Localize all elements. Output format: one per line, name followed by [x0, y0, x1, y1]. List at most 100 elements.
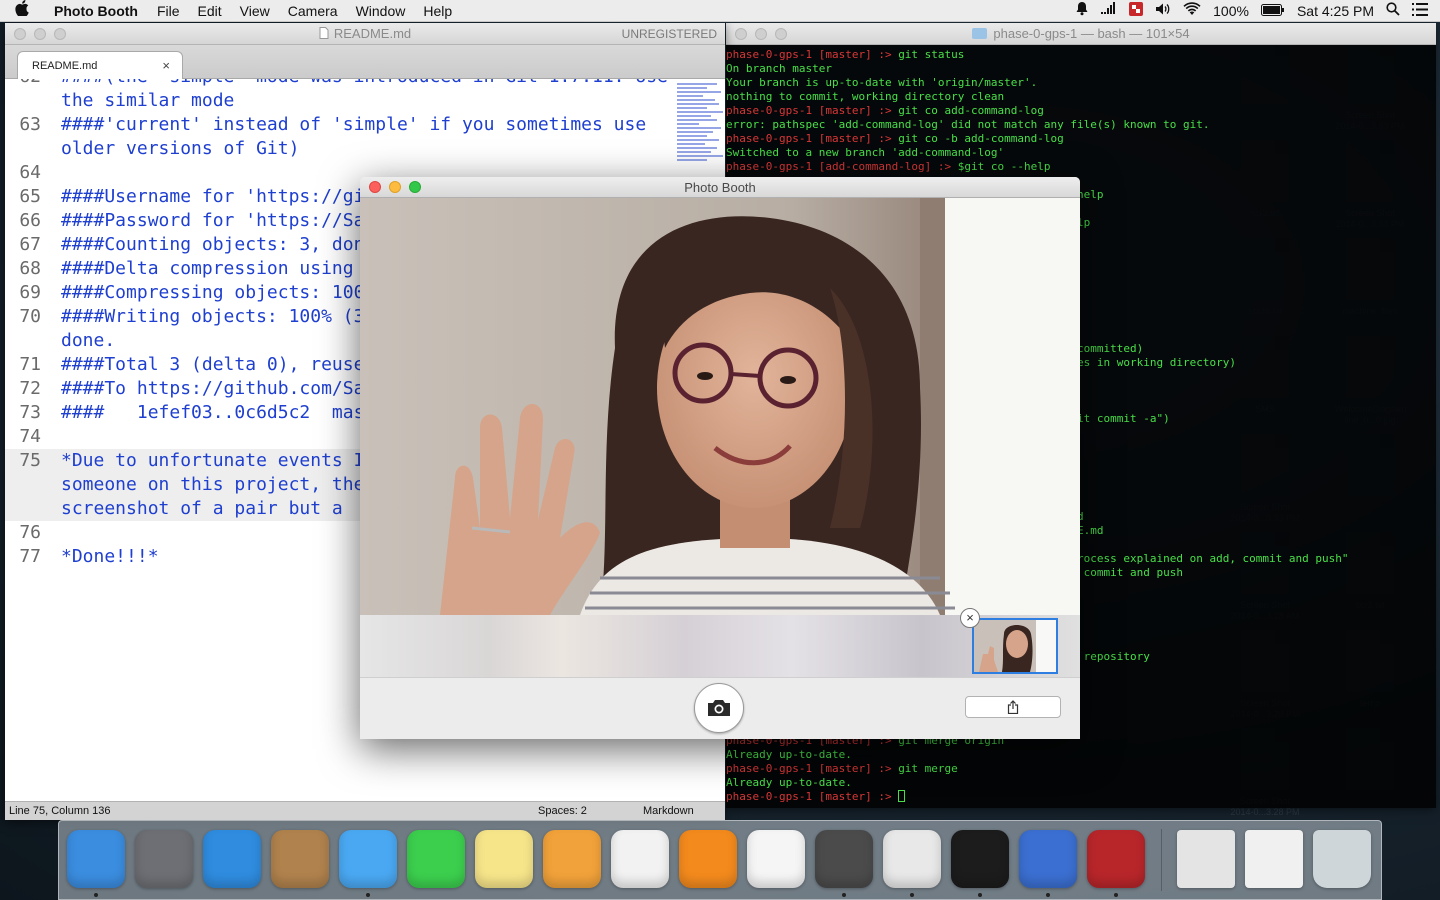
menu-camera[interactable]: Camera	[279, 0, 347, 22]
take-photo-button[interactable]	[694, 683, 744, 733]
line-text: *Due to unfortunate events I	[61, 450, 365, 471]
menu-file[interactable]: File	[148, 0, 189, 22]
dock-trash-icon[interactable]	[1313, 830, 1371, 888]
terminal-text: error: pathspec 'add-command-log' did no…	[726, 118, 1210, 131]
battery-icon[interactable]	[1260, 0, 1285, 22]
terminal-titlebar[interactable]: phase-0-gps-1 — bash — 101×54	[726, 23, 1436, 45]
terminal-prompt: phase-0-gps-1 [master] :>	[726, 104, 899, 117]
dock-facetime-icon[interactable]	[407, 830, 465, 888]
line-number: 65	[19, 186, 41, 207]
editor-status-bar: Line 75, Column 136 Spaces: 2 Markdown	[5, 801, 725, 820]
line-number: 75	[19, 450, 41, 471]
spotlight-search-icon[interactable]	[1386, 0, 1400, 22]
line-number: 77	[19, 546, 41, 567]
terminal-line: Your branch is up-to-date with 'origin/m…	[726, 76, 1037, 90]
dock-bluetooth-file-exchange-icon[interactable]	[1019, 830, 1077, 888]
running-indicator	[842, 893, 846, 897]
line-text: ####Password for 'https://Sai	[61, 210, 376, 231]
flag-extension-icon[interactable]	[1129, 0, 1144, 22]
dock-separator	[1161, 829, 1162, 891]
syntax-setting[interactable]: Markdown	[643, 805, 694, 817]
running-indicator	[978, 893, 982, 897]
line-number: 63	[19, 114, 41, 135]
camera-preview-image	[360, 198, 1080, 615]
dock-itunes-icon[interactable]	[611, 830, 669, 888]
line-number: 72	[19, 378, 41, 399]
photo-booth-title: Photo Booth	[684, 179, 756, 195]
dock-finder-icon[interactable]	[67, 830, 125, 888]
document-icon	[319, 27, 329, 39]
menu-clock[interactable]: Sat 4:25 PM	[1297, 0, 1374, 22]
dock-documents-stack-icon[interactable]	[1245, 830, 1303, 888]
dock-pages-icon[interactable]	[543, 830, 601, 888]
terminal-line: phase-0-gps-1 [master] :> git merge	[726, 762, 958, 776]
terminal-title: phase-0-gps-1 — bash — 101×54	[726, 26, 1436, 41]
line-number: 66	[19, 210, 41, 231]
volume-icon[interactable]	[1155, 0, 1171, 22]
terminal-line: nothing to commit, working directory cle…	[726, 90, 1004, 104]
menu-edit[interactable]: Edit	[189, 0, 231, 22]
wifi-icon[interactable]	[1183, 0, 1201, 22]
notification-bell-icon[interactable]	[1075, 0, 1089, 22]
line-number: 74	[19, 426, 41, 447]
photo-booth-window: Photo Booth ×	[360, 177, 1080, 739]
photo-booth-toolbar	[360, 677, 1080, 739]
terminal-line: Already up-to-date.	[726, 748, 852, 762]
dock-sublime-text-icon[interactable]	[815, 830, 873, 888]
terminal-prompt: phase-0-gps-1 [master] :>	[726, 762, 899, 775]
menu-window[interactable]: Window	[347, 0, 415, 22]
line-text: the similar mode	[61, 90, 235, 111]
terminal-line: Switched to a new branch 'add-command-lo…	[726, 146, 1004, 160]
running-indicator	[366, 893, 370, 897]
folder-icon	[972, 28, 988, 39]
dock-contacts-icon[interactable]	[271, 830, 329, 888]
share-button[interactable]	[965, 696, 1061, 718]
editor-titlebar[interactable]: README.md UNREGISTERED	[5, 23, 725, 45]
activity-grid-icon[interactable]	[1101, 0, 1117, 22]
running-indicator	[910, 893, 914, 897]
terminal-text: Already up-to-date.	[726, 748, 852, 761]
line-text: done.	[61, 330, 116, 351]
line-number: 67	[19, 234, 41, 255]
terminal-line: phase-0-gps-1 [master] :> git co add-com…	[726, 104, 1044, 118]
dock-safari-icon[interactable]	[203, 830, 261, 888]
dock-launchpad-icon[interactable]	[135, 830, 193, 888]
dock-notes-icon[interactable]	[475, 830, 533, 888]
terminal-text: Already up-to-date.	[726, 776, 852, 789]
dock-terminal-icon[interactable]	[951, 830, 1009, 888]
tab-close-icon[interactable]: ×	[162, 58, 170, 73]
notification-center-icon[interactable]	[1412, 0, 1428, 22]
dock-chrome-icon[interactable]	[883, 830, 941, 888]
battery-percent[interactable]: 100%	[1213, 0, 1249, 22]
terminal-text: git status	[898, 48, 965, 61]
dock-photo-booth-icon[interactable]	[1087, 830, 1145, 888]
code-line[interactable]: older versions of Git)	[5, 137, 673, 161]
dock-messages-icon[interactable]	[339, 830, 397, 888]
terminal-text: git merge	[898, 762, 958, 775]
dock-downloads-stack-icon[interactable]	[1177, 830, 1235, 888]
line-number: 62	[5, 79, 41, 89]
photo-thumbnail[interactable]	[972, 618, 1058, 674]
indentation-setting[interactable]: Spaces: 2	[538, 805, 587, 817]
running-indicator	[1046, 893, 1050, 897]
code-line[interactable]: 62 ####(the 'simple' mode was introduced …	[5, 79, 673, 89]
line-number: 71	[19, 354, 41, 375]
terminal-text: git co add-command-log	[898, 104, 1044, 117]
tab-readme[interactable]: README.md ×	[17, 51, 183, 79]
menu-help[interactable]: Help	[414, 0, 461, 22]
line-text: ####To https://github.com/Sai	[61, 378, 376, 399]
thumbnail-delete-button[interactable]: ×	[960, 608, 980, 628]
code-line[interactable]: the similar mode	[5, 89, 673, 113]
terminal-line: phase-0-gps-1 [master] :> git co -b add-…	[726, 132, 1064, 146]
code-line[interactable]: 63 ####'current' instead of 'simple' if y…	[5, 113, 673, 137]
cursor-position: Line 75, Column 136	[9, 805, 111, 817]
dock-ibooks-icon[interactable]	[679, 830, 737, 888]
apple-menu-icon[interactable]	[0, 0, 44, 21]
menu-view[interactable]: View	[231, 0, 279, 22]
app-menu[interactable]: Photo Booth	[44, 0, 148, 22]
dock-photos-icon[interactable]	[747, 830, 805, 888]
terminal-text: On branch master	[726, 62, 832, 75]
terminal-prompt: phase-0-gps-1 [master] :>	[726, 790, 899, 803]
camera-icon	[708, 700, 730, 716]
photo-booth-titlebar[interactable]: Photo Booth	[360, 177, 1080, 198]
